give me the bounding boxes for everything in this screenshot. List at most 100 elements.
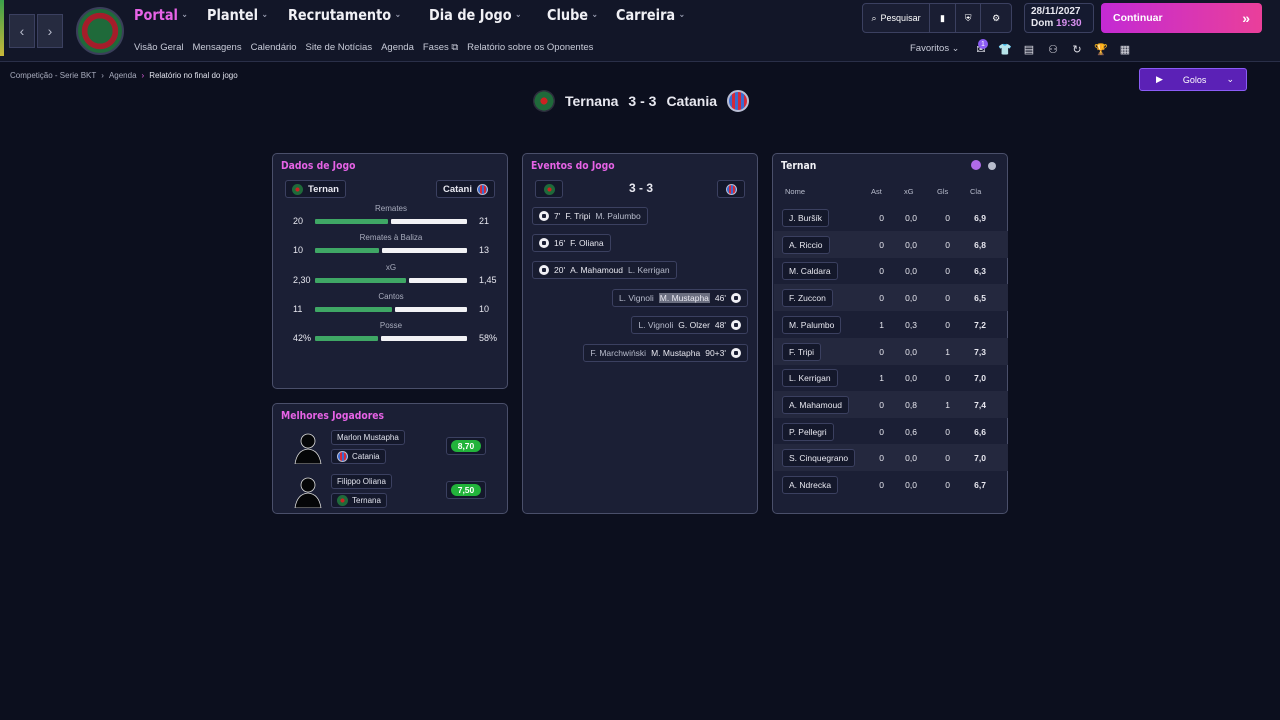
home-crest[interactable] [532, 90, 555, 112]
nav-clube[interactable]: Clube ⌄ [547, 6, 598, 24]
subnav-mensagens[interactable]: Mensagens [192, 42, 241, 53]
col-nome[interactable]: Nome [785, 187, 805, 196]
stat-home-value: 2,30 [293, 274, 311, 285]
player-name-chip[interactable]: Marlon Mustapha [331, 430, 405, 445]
subnav-calendario[interactable]: Calendário [251, 42, 297, 53]
player-avatar[interactable] [291, 474, 325, 508]
nav-plantel[interactable]: Plantel ⌄ [207, 6, 268, 24]
away-bar [391, 219, 467, 224]
golos-dropdown[interactable]: ▶ Golos ⌄ [1139, 68, 1247, 91]
breadcrumb-agenda[interactable]: Agenda [109, 71, 137, 80]
club-crest[interactable] [76, 7, 124, 55]
col-ast[interactable]: Ast [871, 187, 882, 196]
player-name[interactable]: L. Kerrigan [782, 369, 838, 388]
continue-button[interactable]: Continuar » [1101, 3, 1262, 33]
event-assist: L. Vignoli [618, 293, 654, 303]
cell-ast: 1 [879, 319, 884, 330]
clipboard-icon[interactable]: ▤ [1022, 42, 1036, 56]
table-row[interactable]: A. Mahamoud 0 0,8 1 7,4 [774, 390, 1008, 418]
calendar-icon[interactable]: ▦ [1118, 42, 1132, 56]
best-player-row: Filippo Oliana Ternana 7,50 [291, 474, 501, 514]
table-row[interactable]: P. Pellegri 0 0,6 0 6,6 [774, 418, 1008, 445]
stat-away-value: 13 [479, 245, 490, 256]
player-name[interactable]: F. Tripi [782, 342, 822, 361]
player-name[interactable]: A. Ndrecka [782, 476, 839, 494]
player-name[interactable]: M. Caldara [782, 262, 838, 281]
ball-icon [539, 211, 549, 221]
col-xg[interactable]: xG [904, 187, 914, 196]
table-row[interactable]: J. Buršík 0 0,0 0 6,9 [774, 204, 1008, 231]
forward-button[interactable]: › [37, 14, 63, 48]
player-avatar[interactable] [291, 430, 325, 464]
subnav-relatorio-oponentes[interactable]: Relatório sobre os Oponentes [467, 42, 593, 53]
table-row[interactable]: F. Zuccon 0 0,0 0 6,5 [774, 284, 1008, 312]
cell-xg: 0,0 [905, 346, 917, 357]
away-team-name[interactable]: Catania [666, 93, 717, 109]
table-row[interactable]: F. Tripi 0 0,0 1 7,3 [774, 337, 1008, 365]
goal-event[interactable]: L. Vignoli M. Mustapha 46' [611, 289, 748, 307]
table-row[interactable]: A. Riccio 0 0,0 0 6,8 [774, 230, 1008, 258]
page-dot[interactable] [988, 162, 996, 170]
match-stats-panel: Dados de Jogo Ternan Catani Remates 20 21 R… [272, 153, 508, 389]
goal-event[interactable]: 7' F. Tripi M. Palumbo [532, 207, 648, 225]
goal-event[interactable]: L. Vignoli G. Olzer 48' [631, 316, 748, 334]
player-name-chip[interactable]: Filippo Oliana [331, 474, 392, 489]
player-club-chip[interactable]: Ternana [331, 493, 387, 508]
table-row[interactable]: M. Palumbo 1 0,3 0 7,2 [774, 311, 1008, 338]
shirt-icon[interactable]: 👕 [998, 42, 1012, 56]
date-display[interactable]: 28/11/2027 Dom 19:30 [1024, 3, 1094, 33]
subnav-visao-geral[interactable]: Visão Geral [134, 42, 183, 53]
goal-event[interactable]: F. Marchwiński M. Mustapha 90+3' [583, 344, 748, 362]
table-row[interactable]: M. Caldara 0 0,0 0 6,3 [774, 257, 1008, 284]
player-club-chip[interactable]: Catania [331, 449, 386, 464]
club-shield-button[interactable]: ⛨ [956, 4, 982, 32]
trophy-icon[interactable]: 🏆 [1094, 42, 1108, 56]
player-name[interactable]: A. Riccio [782, 235, 830, 254]
subnav-site-noticias[interactable]: Site de Notícias [306, 42, 373, 53]
tactics-icon[interactable]: ⚇ [1046, 42, 1060, 56]
nav-recrutamento[interactable]: Recrutamento ⌄ [288, 6, 401, 24]
nav-carreira[interactable]: Carreira ⌄ [616, 6, 685, 24]
page-dot-active[interactable] [971, 160, 981, 170]
player-name[interactable]: A. Mahamoud [782, 395, 849, 414]
player-ratings-panel: Ternan Nome Ast xG Gls Cla J. Buršík 0 0,0… [772, 153, 1008, 514]
cell-gls: 0 [945, 426, 950, 437]
player-name[interactable]: M. Palumbo [782, 315, 842, 334]
stat-bars [315, 306, 467, 312]
ternana-crest [337, 495, 348, 506]
subnav-agenda[interactable]: Agenda [381, 42, 414, 53]
player-name[interactable]: F. Zuccon [782, 289, 833, 308]
favorites-dropdown[interactable]: Favoritos ⌄ [910, 43, 959, 54]
back-button[interactable]: ‹ [9, 14, 35, 48]
refresh-icon[interactable]: ↻ [1070, 42, 1084, 56]
nav-dia-de-jogo[interactable]: Dia de Jogo ⌄ [429, 6, 521, 24]
table-row[interactable]: S. Cinquegrano 0 0,0 0 7,0 [774, 444, 1008, 472]
chevron-left-icon: ‹ [19, 23, 25, 39]
settings-button[interactable]: ⚙ [981, 4, 1011, 32]
col-cla[interactable]: Cla [970, 187, 981, 196]
away-team-chip[interactable] [717, 180, 745, 198]
player-name[interactable]: J. Buršík [782, 209, 830, 227]
search-button[interactable]: ⌕ Pesquisar [863, 4, 931, 32]
stat-row: Cantos 11 10 [273, 292, 509, 322]
player-name[interactable]: S. Cinquegrano [782, 449, 856, 468]
nav-portal[interactable]: Portal ⌄ [134, 6, 188, 24]
table-row[interactable]: L. Kerrigan 1 0,0 0 7,0 [774, 364, 1008, 391]
subnav-fases[interactable]: Fases ⧉ [423, 42, 458, 53]
away-crest [725, 183, 737, 195]
table-row[interactable]: A. Ndrecka 0 0,0 0 6,7 [774, 471, 1008, 498]
stat-row: xG 2,30 1,45 [273, 263, 509, 293]
away-team-chip[interactable]: Catani [435, 180, 495, 198]
home-bar [315, 336, 378, 342]
home-bar [315, 306, 392, 312]
player-name[interactable]: P. Pellegri [782, 422, 834, 441]
bookmark-button[interactable]: ▮ [930, 4, 956, 32]
home-team-name[interactable]: Ternana [565, 93, 618, 109]
home-team-chip[interactable]: Ternan [285, 180, 346, 198]
away-crest[interactable] [727, 90, 750, 112]
goal-event[interactable]: 20' A. Mahamoud L. Kerrigan [532, 261, 677, 279]
col-gls[interactable]: Gls [937, 187, 948, 196]
search-icon: ⌕ [871, 12, 877, 23]
breadcrumb-competition[interactable]: Competição - Serie BKT [10, 71, 96, 80]
goal-event[interactable]: 16' F. Oliana [532, 234, 611, 252]
